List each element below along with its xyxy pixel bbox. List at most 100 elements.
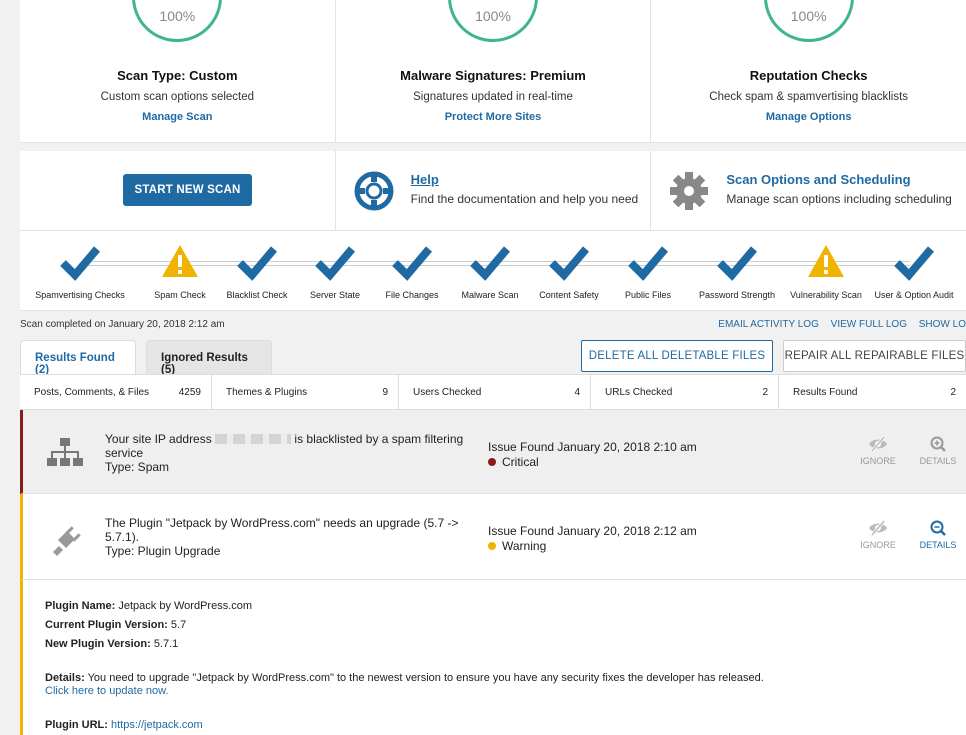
summary-posts: Posts, Comments, & Files 4259 <box>20 375 212 409</box>
issue-message: Your site IP address is blacklisted by a… <box>105 432 475 474</box>
plugin-url-link[interactable]: https://jetpack.com <box>111 719 203 731</box>
checkmark-icon <box>60 246 101 281</box>
summary-themes: Themes & Plugins 9 <box>212 375 399 409</box>
checkmark-icon <box>549 246 590 281</box>
summary-urls: URLs Checked 2 <box>591 375 779 409</box>
tab-ignored-results[interactable]: Ignored Results (5) <box>146 340 272 376</box>
issue-message: The Plugin "Jetpack by WordPress.com" ne… <box>105 516 475 558</box>
details-row: Details: You need to upgrade "Jetpack by… <box>45 672 945 684</box>
issue-message-line2: 5.7.1). <box>105 530 140 544</box>
details-button[interactable]: DETAILS <box>913 520 963 550</box>
issue-found-date: Issue Found January 20, 2018 2:12 am <box>488 524 697 538</box>
repair-all-repairable-button[interactable]: REPAIR ALL REPAIRABLE FILES <box>783 340 966 372</box>
progress-circle: 100% <box>448 0 538 42</box>
protect-more-sites-link[interactable]: Protect More Sites <box>336 111 651 123</box>
issue-message-start: Your site IP address <box>105 432 212 446</box>
start-new-scan-button[interactable]: START NEW SCAN <box>123 174 252 206</box>
scan-type-card: 100% Scan Type: Custom Custom scan optio… <box>20 0 336 142</box>
detail-label: Current Plugin Version: <box>45 619 168 631</box>
details-button[interactable]: DETAILS <box>913 436 963 466</box>
progress-circle: 100% <box>763 0 854 42</box>
scan-options-link[interactable]: Scan Options and Scheduling <box>726 172 910 187</box>
eye-slash-icon <box>869 520 887 536</box>
scan-stage-label: Vulnerability Scan <box>790 290 862 300</box>
issue-row-plugin[interactable]: The Plugin "Jetpack by WordPress.com" ne… <box>20 494 966 580</box>
lifebuoy-icon <box>354 171 394 211</box>
progress-circle: 100% <box>132 0 223 42</box>
checkmark-icon <box>237 246 278 281</box>
sitemap-icon <box>47 438 83 466</box>
card-subtitle: Custom scan options selected <box>100 91 255 103</box>
issue-row-spam[interactable]: Your site IP address is blacklisted by a… <box>20 410 966 494</box>
checkmark-icon <box>315 246 356 281</box>
scan-stage: Vulnerability Scan <box>776 241 876 300</box>
summary-users: Users Checked 4 <box>399 375 591 409</box>
admin-left-edge <box>0 0 9 735</box>
summary-label: Users Checked <box>413 387 482 398</box>
scan-stages: Spamvertising Checks Spam Check Blacklist … <box>20 231 966 311</box>
scan-stage-label: Public Files <box>624 290 671 300</box>
issue-message-line2: service <box>105 446 144 460</box>
issue-message-end: is blacklisted by a spam filtering <box>294 432 464 446</box>
issue-details-panel: Plugin Name: Jetpack by WordPress.com Cu… <box>20 580 966 735</box>
scan-completed-text: Scan completed on January 20, 2018 2:12 … <box>20 319 225 330</box>
warning-icon <box>162 245 198 277</box>
update-now-link[interactable]: Click here to update now. <box>45 685 169 697</box>
ignore-button[interactable]: IGNORE <box>853 436 903 466</box>
issue-type: Type: Plugin Upgrade <box>105 544 221 558</box>
summary-label: Themes & Plugins <box>226 387 308 398</box>
delete-all-deletable-button[interactable]: DELETE ALL DELETABLE FILES <box>581 340 773 372</box>
new-version-row: New Plugin Version: 5.7.1 <box>45 638 178 650</box>
show-log-link[interactable]: SHOW LO <box>919 319 966 330</box>
tab-results-found[interactable]: Results Found (2) <box>20 340 136 376</box>
scan-actions-row: START NEW SCAN Help Find the documentati… <box>20 151 966 231</box>
current-version-row: Current Plugin Version: 5.7 <box>45 619 186 631</box>
help-link[interactable]: Help <box>411 172 439 187</box>
issue-severity: Warning <box>488 539 546 553</box>
summary-label: Posts, Comments, & Files <box>34 387 150 398</box>
scan-stage: User & Option Audit <box>864 241 964 300</box>
scan-status-cards: 100% Scan Type: Custom Custom scan optio… <box>20 0 966 143</box>
summary-label: Results Found <box>793 387 858 398</box>
summary-value: 4259 <box>178 387 201 398</box>
redacted-ip <box>215 434 292 444</box>
details-text: You need to upgrade "Jetpack by WordPres… <box>87 672 764 684</box>
scan-stage: Spamvertising Checks <box>30 241 130 300</box>
checkmark-icon <box>717 246 758 281</box>
checkmark-icon <box>470 246 511 281</box>
manage-scan-link[interactable]: Manage Scan <box>20 111 335 123</box>
details-label: DETAILS <box>919 456 957 466</box>
card-subtitle: Signatures updated in real-time <box>413 91 573 103</box>
ignore-button[interactable]: IGNORE <box>853 520 903 550</box>
summary-value: 2 <box>950 387 956 398</box>
wordfence-scan-page: 100% Scan Type: Custom Custom scan optio… <box>0 0 966 735</box>
severity-label: Warning <box>502 539 547 553</box>
current-version-value: 5.7 <box>170 619 187 631</box>
card-title: Malware Signatures: Premium <box>400 68 586 83</box>
zoom-out-icon <box>930 520 946 536</box>
start-scan-cell: START NEW SCAN <box>20 151 336 230</box>
ignore-label: IGNORE <box>860 456 896 466</box>
issue-found-date: Issue Found January 20, 2018 2:10 am <box>488 440 697 454</box>
ignore-label: IGNORE <box>860 540 896 550</box>
card-subtitle: Check spam & spamvertising blacklists <box>709 91 909 103</box>
progress-percent: 100% <box>159 8 196 24</box>
scan-stage: Public Files <box>598 241 698 300</box>
summary-results: Results Found 2 <box>779 375 966 409</box>
plugin-name-value: Jetpack by WordPress.com <box>118 600 253 612</box>
issue-type: Type: Spam <box>105 460 170 474</box>
issue-severity: Critical <box>488 455 539 469</box>
detail-label: Plugin Name: <box>45 600 116 612</box>
view-full-log-link[interactable]: VIEW FULL LOG <box>831 319 907 330</box>
email-activity-log-link[interactable]: EMAIL ACTIVITY LOG <box>718 319 819 330</box>
summary-label: URLs Checked <box>605 387 673 398</box>
severity-dot-critical <box>488 458 496 466</box>
summary-value: 4 <box>574 387 580 398</box>
progress-percent: 100% <box>475 8 511 24</box>
issue-message-line1: The Plugin "Jetpack by WordPress.com" ne… <box>105 516 459 530</box>
manage-options-link[interactable]: Manage Options <box>651 111 966 123</box>
zoom-in-icon <box>930 436 946 452</box>
scan-stage-label: Spamvertising Checks <box>35 290 125 300</box>
log-links: EMAIL ACTIVITY LOG VIEW FULL LOG SHOW LO <box>709 319 966 330</box>
card-title: Reputation Checks <box>749 68 868 83</box>
